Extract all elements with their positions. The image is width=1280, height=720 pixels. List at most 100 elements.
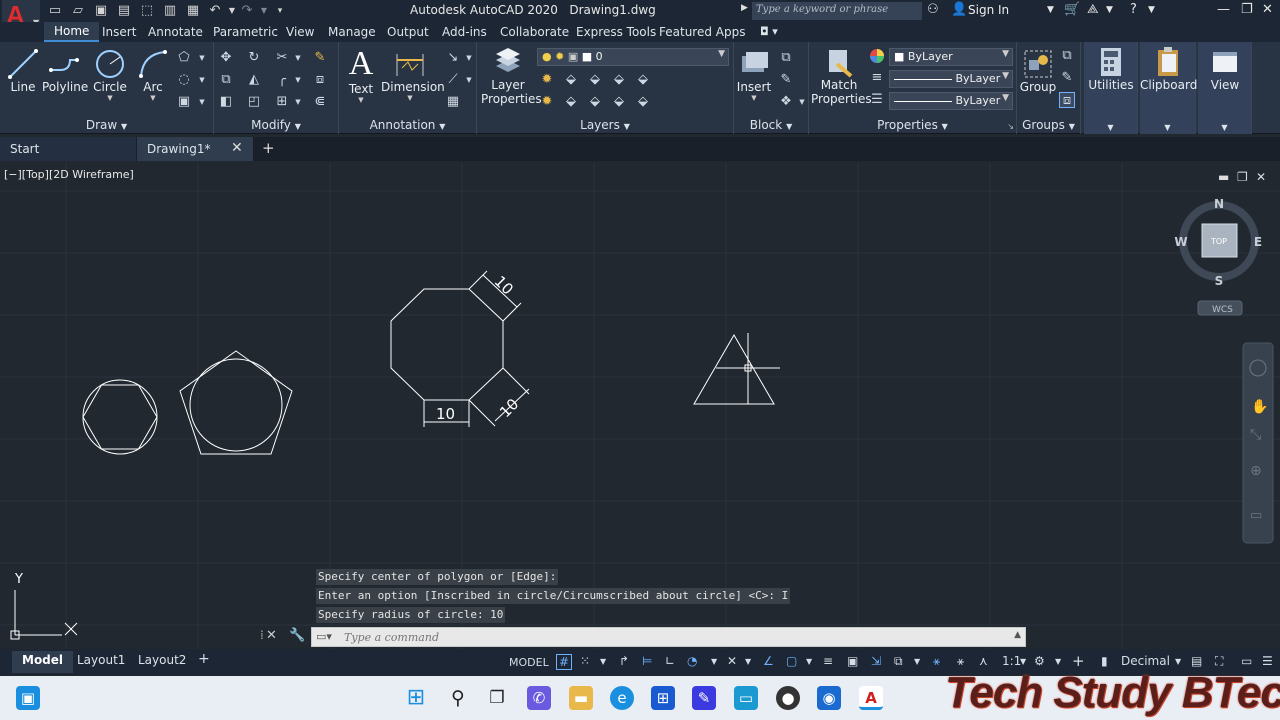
viewcube-south-label[interactable]: S xyxy=(1215,274,1224,288)
chevron-down-icon[interactable]: ▼ xyxy=(794,94,810,110)
layer-dropdown[interactable]: ● ✹ ▣ ■ 0 ▼ xyxy=(537,48,729,66)
viewcube-top-label[interactable]: TOP xyxy=(1210,237,1227,246)
transparency-icon[interactable]: ▣ xyxy=(847,654,858,668)
layer-lock-icon[interactable]: ⬙ xyxy=(635,72,651,88)
chevron-down-icon[interactable]: ▼ xyxy=(290,72,306,88)
chevron-down-icon[interactable]: ▼ xyxy=(745,657,751,666)
tab-insert[interactable]: Insert xyxy=(102,25,136,39)
wcs-label[interactable]: WCS xyxy=(1212,305,1233,315)
edge-browser-icon[interactable]: e xyxy=(610,686,634,710)
tab-view[interactable]: View xyxy=(286,25,314,39)
isolate-objects-icon[interactable]: ▭ xyxy=(1241,654,1252,668)
view-button[interactable]: View xyxy=(1198,46,1252,92)
circle-button[interactable]: Circle ▼ xyxy=(92,48,128,102)
chevron-down-icon[interactable]: ▼ xyxy=(600,657,606,666)
viewcube-east-label[interactable]: E xyxy=(1254,235,1262,249)
redo-icon[interactable]: ↷ xyxy=(239,3,255,19)
a360-icon[interactable]: ⟁ xyxy=(1087,2,1099,17)
infer-constraints-icon[interactable]: ↱ xyxy=(619,654,629,668)
units-icon[interactable]: ▮ xyxy=(1101,654,1108,668)
layer-unlock-icon[interactable]: ⬙ xyxy=(635,94,651,110)
chevron-down-icon[interactable]: ▼ xyxy=(345,96,377,104)
isodraft-icon[interactable]: ✕ xyxy=(727,654,737,668)
view-panel[interactable]: View ▼ xyxy=(1198,42,1252,134)
command-input[interactable] xyxy=(344,630,1004,645)
undo-icon[interactable]: ↶ xyxy=(207,3,223,19)
scale-icon[interactable]: ◰ xyxy=(246,94,262,110)
properties-panel-title[interactable]: Properties ▼ xyxy=(809,118,1016,132)
new-file-icon[interactable]: ▭ xyxy=(47,3,63,19)
rectangle-icon[interactable]: ⬠ xyxy=(176,50,192,66)
layer-freeze-icon[interactable]: ⬙ xyxy=(611,72,627,88)
chevron-down-icon[interactable]: ▼ xyxy=(194,94,210,110)
layer-previous-icon[interactable]: ⬙ xyxy=(587,94,603,110)
layer-off-icon[interactable]: ⬙ xyxy=(563,72,579,88)
binoculars-icon[interactable]: ⚇ xyxy=(927,2,939,17)
open-folder-icon[interactable]: ▱ xyxy=(70,3,86,19)
attribute-icon[interactable]: ❖ xyxy=(778,94,794,110)
3d-osnap-icon[interactable]: ⧉ xyxy=(894,654,903,669)
layer-properties-button[interactable]: Layer Properties xyxy=(481,46,542,106)
tab-home[interactable]: Home xyxy=(44,22,100,42)
command-line[interactable]: ▭▾ ▲ xyxy=(311,627,1026,647)
selection-cycling-icon[interactable]: ⇲ xyxy=(871,654,881,668)
command-prompt-icon[interactable]: ▭▾ xyxy=(316,630,332,643)
chevron-down-icon[interactable]: ▼ xyxy=(461,50,477,66)
mirror-icon[interactable]: ◭ xyxy=(246,72,262,88)
autocad-taskbar-icon[interactable]: A xyxy=(859,686,883,710)
auto-scale-icon[interactable]: ⚹ xyxy=(957,654,964,669)
web-mobile-icon[interactable]: ⬚ xyxy=(139,3,155,19)
pan-icon[interactable]: ✋ xyxy=(1251,398,1268,415)
chevron-down-icon[interactable]: ▼ xyxy=(92,94,128,102)
offset-icon[interactable]: ⋐ xyxy=(312,94,328,110)
line-button[interactable]: Line xyxy=(6,48,40,94)
stretch-icon[interactable]: ◧ xyxy=(218,94,234,110)
layout-tab-model[interactable]: Model xyxy=(12,651,74,673)
tab-annotate[interactable]: Annotate xyxy=(148,25,203,39)
layer-isolate-icon[interactable]: ⬙ xyxy=(587,72,603,88)
help-icon[interactable]: ? xyxy=(1130,2,1137,17)
clipboard-button[interactable]: Clipboard xyxy=(1140,46,1197,92)
table-icon[interactable]: ▦ xyxy=(445,94,461,110)
workspace-gear-icon[interactable]: ⚙ xyxy=(1034,654,1045,668)
minimize-window-icon[interactable]: — xyxy=(1217,2,1230,17)
sign-in-button[interactable]: Sign In xyxy=(968,3,1009,17)
object-snap-icon[interactable]: ▢ xyxy=(786,654,797,668)
triangle-shape[interactable] xyxy=(693,334,775,405)
show-desktop-icon[interactable]: ▣ xyxy=(16,686,40,710)
chevron-down-icon[interactable]: ▼ xyxy=(1020,657,1026,666)
hatch-icon[interactable]: ◌ xyxy=(176,72,192,88)
trim-icon[interactable]: ✂ xyxy=(274,50,290,66)
plot-icon[interactable]: ▦ xyxy=(185,3,201,19)
chat-icon[interactable]: ✆ xyxy=(527,686,551,710)
explode-icon[interactable]: ⧈ xyxy=(312,72,328,88)
save-as-icon[interactable]: ▤ xyxy=(116,3,132,19)
units-value[interactable]: Decimal xyxy=(1121,654,1170,668)
dimension-top-label[interactable]: 10 xyxy=(491,272,517,298)
chevron-down-icon[interactable]: ▼ xyxy=(461,72,477,88)
cart-icon[interactable]: 🛒 xyxy=(1064,2,1080,17)
annotation-visibility-icon[interactable]: ⚹ xyxy=(933,654,940,669)
command-grip-icon[interactable]: ⁞ xyxy=(260,628,264,642)
dynamic-input-icon[interactable]: ⊨ xyxy=(642,654,652,668)
viewport-restore-icon[interactable]: ❐ xyxy=(1237,170,1248,184)
save-icon[interactable]: ▣ xyxy=(93,3,109,19)
search-icon[interactable]: ⚲ xyxy=(446,686,470,710)
undo-dropdown-icon[interactable]: ▼ xyxy=(224,3,240,19)
viewport-controls-label[interactable]: [−][Top][2D Wireframe] xyxy=(4,168,134,181)
ungroup-icon[interactable]: ⧉ xyxy=(1059,48,1075,64)
showmotion-icon[interactable]: ▭ xyxy=(1250,508,1262,523)
quick-properties-icon[interactable]: ▤ xyxy=(1191,654,1202,668)
restore-window-icon[interactable]: ❐ xyxy=(1241,2,1253,17)
layers-panel-title[interactable]: Layers ▼ xyxy=(477,118,733,132)
dimension-button[interactable]: Dimension ▼ xyxy=(381,48,445,102)
viewport-close-icon[interactable]: ✕ xyxy=(1256,170,1266,184)
chevron-down-icon[interactable]: ▼ xyxy=(290,94,306,110)
match-layer-icon[interactable]: ⬙ xyxy=(563,94,579,110)
clipboard-panel[interactable]: Clipboard ▼ xyxy=(1140,42,1197,134)
block-panel-title[interactable]: Block ▼ xyxy=(734,118,808,132)
customize-wrench-icon[interactable]: 🔧 xyxy=(289,628,305,643)
draw-panel-title[interactable]: Draw ▼ xyxy=(0,118,213,132)
groups-panel-title[interactable]: Groups ▼ xyxy=(1017,118,1080,132)
match-properties-button[interactable]: Match Properties xyxy=(811,46,872,106)
